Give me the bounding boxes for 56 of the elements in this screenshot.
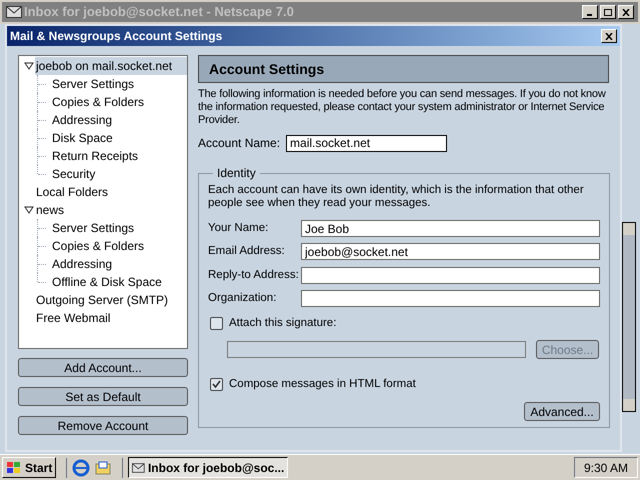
identity-description: Each account can have its own identity, which is the information that other people see when they read your messages. [208, 184, 585, 210]
text-field[interactable] [301, 266, 600, 284]
account-name-field[interactable]: mail.socket.net [286, 134, 448, 152]
envelope-icon [6, 6, 22, 18]
text-field[interactable] [301, 290, 600, 307]
tree-item[interactable]: Free Webmail [35, 309, 187, 327]
text-field[interactable]: Joe Bob [301, 220, 600, 238]
minimize-button[interactable] [582, 5, 598, 19]
windows-flag-icon [6, 460, 22, 474]
tree-item[interactable]: Disk Space [51, 129, 187, 147]
tree-item[interactable]: Outgoing Server (SMTP) [35, 291, 187, 309]
tree-item[interactable]: Return Receipts [51, 147, 187, 165]
tree-item[interactable]: news [35, 201, 187, 219]
tree-item[interactable]: Copies & Folders [51, 237, 187, 255]
field-label: Email Address: [208, 244, 286, 260]
tree-item[interactable]: joebob on mail.socket.net [35, 57, 187, 75]
maximize-button[interactable] [600, 5, 616, 19]
tree-item[interactable]: Addressing [51, 111, 187, 129]
close-button[interactable] [601, 29, 617, 43]
field-label: Account Name: [198, 135, 280, 152]
tree-item[interactable]: Addressing [51, 255, 187, 273]
group-legend: Identity [213, 164, 260, 182]
tree-item[interactable]: Server Settings [51, 75, 187, 93]
close-button[interactable] [618, 5, 634, 19]
checkbox-label: Attach this signature: [229, 316, 336, 331]
expander-icon[interactable] [23, 206, 35, 214]
close-icon [605, 32, 613, 40]
field-label: Your Name: [208, 221, 270, 236]
expander-icon[interactable] [23, 62, 35, 70]
maximize-icon [604, 8, 612, 16]
account-button[interactable]: Add Account... [18, 358, 188, 377]
intro-text: The following information is needed before you can send messages. If you do not know the information requested, please contact your system administrator or Internet Service Provider. [198, 88, 607, 127]
field-label: Reply-to Address: [208, 268, 300, 282]
tree-item[interactable]: Server Settings [51, 219, 187, 237]
checkbox[interactable] [210, 378, 223, 392]
tree-item[interactable]: Copies & Folders [51, 93, 187, 111]
folder-icon[interactable] [94, 458, 112, 476]
text-field[interactable]: joebob@socket.net [301, 243, 600, 260]
tree-item[interactable]: Offline & Disk Space [51, 273, 187, 291]
close-icon [622, 8, 630, 16]
checkbox-label: Compose messages in HTML format [229, 377, 416, 392]
envelope-icon [132, 462, 145, 474]
panel-heading: Account Settings [209, 60, 324, 79]
tree-item[interactable]: Local Folders [35, 183, 187, 201]
browser-icon[interactable] [72, 458, 90, 476]
tree-item[interactable]: Security [51, 165, 187, 183]
taskbar-task[interactable]: Inbox for joebob@soc... [128, 457, 288, 478]
field-label: Organization: [208, 290, 278, 306]
clock: 9:30 AM [574, 457, 638, 478]
advanced-button[interactable]: Advanced... [524, 402, 600, 420]
window-title: Inbox for joebob@socket.net - Netscape 7.0 [24, 3, 295, 22]
account-button[interactable]: Remove Account [18, 416, 188, 435]
account-button[interactable]: Set as Default [18, 387, 188, 406]
start-button[interactable]: Start [2, 457, 56, 478]
scrollbar[interactable] [622, 222, 636, 412]
dialog-title: Mail & Newsgroups Account Settings [10, 28, 224, 45]
